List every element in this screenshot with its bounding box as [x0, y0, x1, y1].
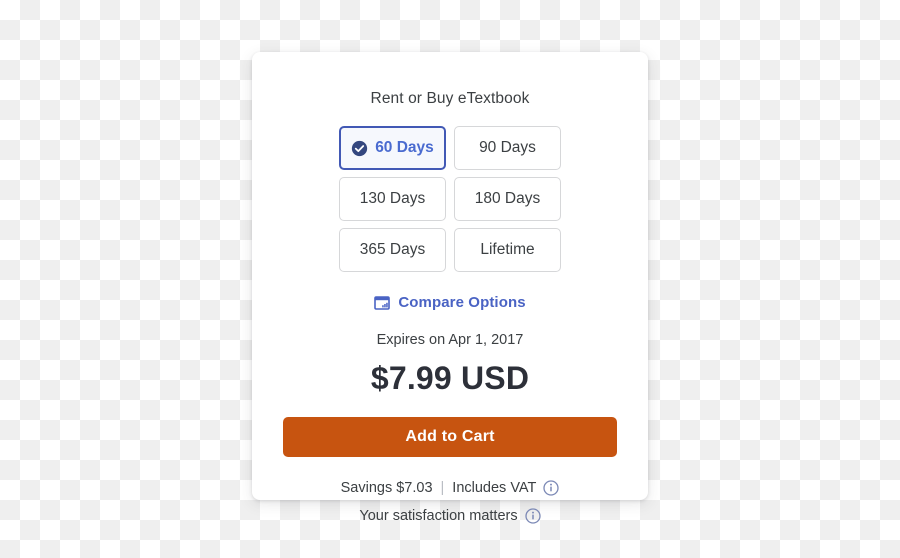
- term-option-365-days[interactable]: 365 Days: [339, 228, 446, 272]
- cta-container: Add to Cart: [252, 417, 648, 457]
- page-title: Rent or Buy eTextbook: [370, 90, 530, 107]
- satisfaction-label: Your satisfaction matters: [359, 508, 518, 524]
- term-option-label: 60 Days: [375, 139, 434, 156]
- compare-options-label: Compare Options: [398, 294, 526, 311]
- term-option-group: 60 Days 90 Days 130 Days 180 Days 365 Da…: [252, 126, 648, 272]
- add-to-cart-button[interactable]: Add to Cart: [283, 417, 617, 457]
- check-circle-icon: [351, 140, 368, 157]
- term-option-label: 365 Days: [359, 241, 426, 258]
- term-option-label: 90 Days: [479, 139, 536, 156]
- term-option-90-days[interactable]: 90 Days: [454, 126, 561, 170]
- term-option-label: 130 Days: [359, 190, 426, 207]
- pricing-card: Rent or Buy eTextbook 60 Days 90 Days 13…: [252, 52, 648, 524]
- canvas: Rent or Buy eTextbook 60 Days 90 Days 13…: [0, 0, 900, 558]
- term-option-60-days[interactable]: 60 Days: [339, 126, 446, 170]
- satisfaction-row: Your satisfaction matters: [252, 508, 648, 524]
- satisfaction-info-icon[interactable]: [524, 508, 541, 524]
- term-option-180-days[interactable]: 180 Days: [454, 177, 561, 221]
- savings-label: Savings $7.03: [340, 480, 433, 496]
- separator: |: [440, 480, 445, 496]
- savings-vat-row: Savings $7.03 | Includes VAT: [252, 480, 648, 496]
- vat-label: Includes VAT: [452, 480, 537, 496]
- compare-options-link[interactable]: Compare Options: [252, 294, 648, 311]
- term-option-label: 180 Days: [474, 190, 541, 207]
- term-option-label: Lifetime: [480, 241, 535, 258]
- vat-info-icon[interactable]: [543, 480, 560, 496]
- term-option-130-days[interactable]: 130 Days: [339, 177, 446, 221]
- compare-table-icon: [374, 295, 391, 311]
- price-amount: $7.99 USD: [370, 360, 530, 396]
- expiry-text: Expires on Apr 1, 2017: [376, 332, 524, 348]
- term-option-lifetime[interactable]: Lifetime: [454, 228, 561, 272]
